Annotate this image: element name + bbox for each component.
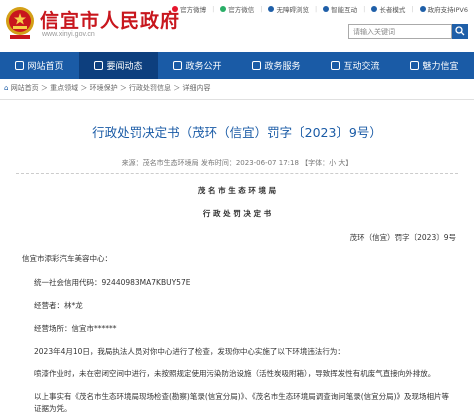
paragraph-violation: 喷漆作业时，未在密闭空间中进行，未按照规定使用污染防治设施（活性炭吸附箱），导致… <box>34 369 436 378</box>
article-meta: 来源：茂名市生态环境局 发布时间：2023-06-07 17:18 【字体：小 … <box>121 159 353 167</box>
interaction-icon <box>323 6 330 12</box>
chat-icon <box>331 61 341 70</box>
addressee: 信宜市添彩汽车美容中心： <box>22 254 112 263</box>
smart-interaction-link[interactable]: 智能互动 <box>323 4 357 14</box>
elder-icon <box>371 6 378 12</box>
paragraph-evidence: 以上事实有《茂名市生态环境局现场检查(勘察)笔录(信宜分局)》、《茂名市生态环境… <box>34 392 450 413</box>
search-icon <box>455 26 465 36</box>
ipv6-icon <box>419 6 426 12</box>
elder-mode-link[interactable]: 长者模式 <box>371 4 405 14</box>
operator: 经营者：林*龙 <box>34 301 83 310</box>
news-icon <box>94 61 104 70</box>
article-title: 行政处罚决定书（茂环（信宜）罚字〔2023〕9号） <box>92 125 382 140</box>
wechat-link[interactable]: 官方微信 <box>220 4 254 14</box>
search-button[interactable] <box>452 24 468 39</box>
location-icon: ⌂ <box>4 84 9 92</box>
home-icon <box>15 61 25 70</box>
breadcrumb[interactable]: ⌂ 网站首页 ＞ 重点领域 ＞ 环境保护 ＞ 行政处罚信息 ＞ 详细内容 <box>4 83 211 93</box>
nav-services[interactable]: 政务服务 <box>237 52 316 79</box>
site-title[interactable]: 信宜市人民政府 <box>40 6 180 33</box>
weibo-icon <box>172 6 179 12</box>
divider <box>16 173 458 174</box>
article-panel: 行政处罚决定书（茂环（信宜）罚字〔2023〕9号） 来源：茂名市生态环境局 发布… <box>0 99 474 415</box>
accessibility-link[interactable]: 无障碍浏览 <box>268 4 309 14</box>
document-number: 茂环（信宜）罚字〔2023〕9号 <box>349 233 456 242</box>
weibo-link[interactable]: 官方微博 <box>172 4 206 14</box>
top-links: 官方微博 | 官方微信 | 无障碍浏览 | 智能互动 | 长者模式 | 政府支持IPV6 <box>172 4 468 14</box>
nav-interaction[interactable]: 互动交流 <box>316 52 395 79</box>
site-url: www.xinyi.gov.cn <box>42 31 95 38</box>
nav-news[interactable]: 要闻动态 <box>79 52 158 79</box>
nav-gov-affairs[interactable]: 政务公开 <box>158 52 237 79</box>
affairs-icon <box>173 61 183 70</box>
site-header: 信宜市人民政府 www.xinyi.gov.cn 官方微博 | 官方微信 | 无障碍… <box>0 0 474 52</box>
national-emblem-icon <box>6 7 34 39</box>
accessibility-icon <box>268 6 275 12</box>
paragraph-inspection: 2023年4月10日，我局执法人员对你中心进行了检查，发现你中心实施了以下环境违… <box>34 347 345 356</box>
search-input[interactable]: 请输入关键词 <box>348 24 452 39</box>
services-icon <box>252 61 262 70</box>
landscape-icon <box>410 61 420 70</box>
issuing-org: 茂 名 市 生 态 环 境 局 <box>197 186 277 195</box>
wechat-icon <box>220 6 227 12</box>
business-location: 经营场所：信宜市****** <box>34 324 117 333</box>
credit-code: 统一社会信用代码：92440983MA7KBUY57E <box>34 278 191 287</box>
nav-charm-xinyi[interactable]: 魅力信宜 <box>395 52 474 79</box>
main-nav: 网站首页 要闻动态 政务公开 政务服务 互动交流 魅力信宜 <box>0 52 474 79</box>
ipv6-link[interactable]: 政府支持IPV6 <box>419 4 468 14</box>
document-heading: 行 政 处 罚 决 定 书 <box>202 209 272 218</box>
nav-home[interactable]: 网站首页 <box>0 52 79 79</box>
